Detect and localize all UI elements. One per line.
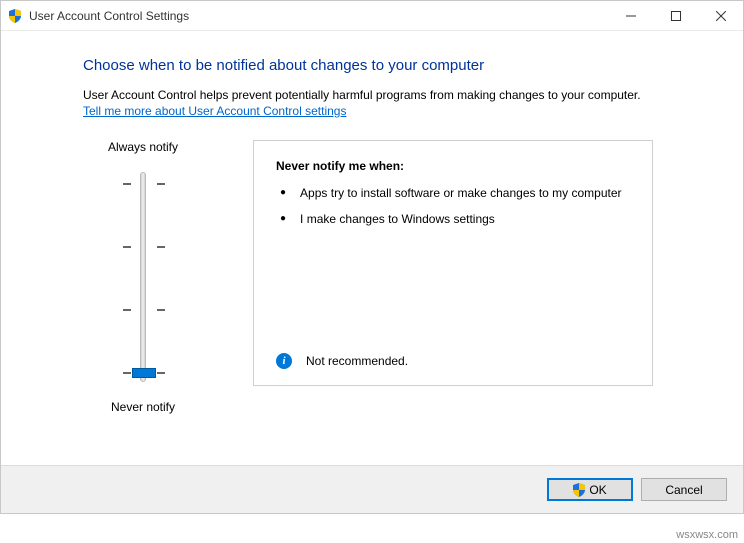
maximize-button[interactable]	[653, 1, 698, 30]
close-button[interactable]	[698, 1, 743, 30]
status-text: Not recommended.	[306, 354, 408, 368]
titlebar: User Account Control Settings	[1, 1, 743, 31]
list-item: ● I make changes to Windows settings	[280, 211, 630, 227]
slider-tick	[123, 309, 165, 310]
slider-tick	[123, 246, 165, 247]
window-controls	[608, 1, 743, 30]
slider-label-bottom: Never notify	[111, 400, 175, 414]
slider-column: Always notify Never notify	[83, 140, 203, 414]
minimize-button[interactable]	[608, 1, 653, 30]
page-heading: Choose when to be notified about changes…	[83, 57, 683, 74]
info-list: ● Apps try to install software or make c…	[276, 185, 630, 237]
slider-tick	[123, 183, 165, 184]
status-row: i Not recommended.	[276, 353, 630, 369]
notification-level-slider[interactable]	[113, 162, 173, 392]
description-text: User Account Control helps prevent poten…	[83, 88, 683, 102]
slider-thumb[interactable]	[132, 368, 156, 378]
shield-icon	[573, 483, 585, 497]
slider-label-top: Always notify	[108, 140, 178, 154]
slider-track	[140, 172, 146, 382]
uac-settings-window: User Account Control Settings Choose whe…	[0, 0, 744, 514]
ok-button[interactable]: OK	[547, 478, 633, 501]
ok-button-label: OK	[589, 483, 606, 497]
help-link[interactable]: Tell me more about User Account Control …	[83, 104, 346, 118]
shield-icon	[9, 9, 21, 23]
cancel-button-label: Cancel	[665, 483, 702, 497]
list-item-text: Apps try to install software or make cha…	[300, 185, 621, 201]
info-panel-title: Never notify me when:	[276, 159, 630, 173]
cancel-button[interactable]: Cancel	[641, 478, 727, 501]
content-area: Choose when to be notified about changes…	[1, 31, 743, 465]
footer: OK Cancel	[1, 465, 743, 513]
window-title: User Account Control Settings	[29, 9, 189, 23]
watermark: wsxwsx.com	[676, 529, 738, 541]
bullet-icon: ●	[280, 211, 286, 227]
info-icon: i	[276, 353, 292, 369]
main-row: Always notify Never notify Never notify …	[83, 140, 683, 414]
list-item: ● Apps try to install software or make c…	[280, 185, 630, 201]
list-item-text: I make changes to Windows settings	[300, 211, 495, 227]
info-panel: Never notify me when: ● Apps try to inst…	[253, 140, 653, 386]
bullet-icon: ●	[280, 185, 286, 201]
